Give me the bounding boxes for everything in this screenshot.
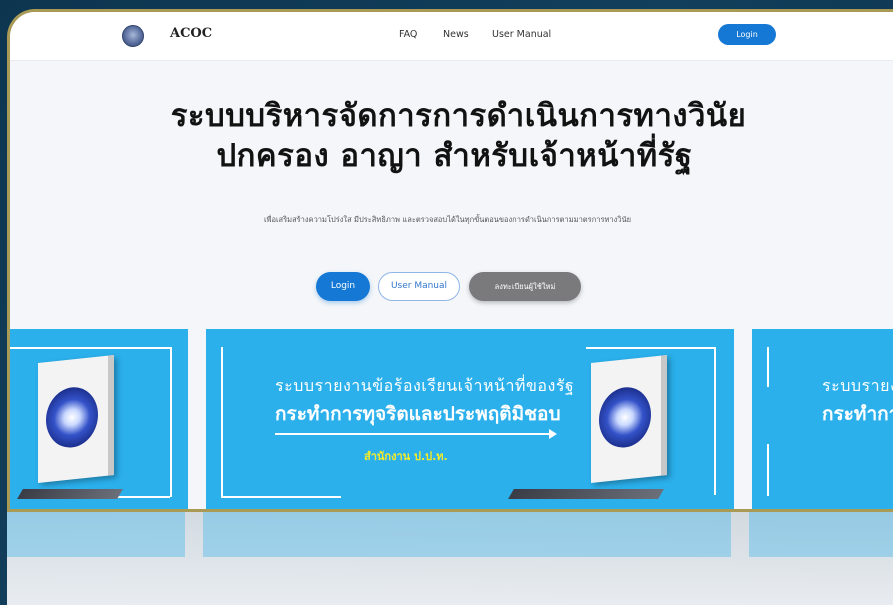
banner-shelf — [508, 489, 664, 499]
banner-next-title-line2: กระทำกา — [822, 403, 893, 425]
nav-link-user-manual[interactable]: User Manual — [492, 29, 551, 40]
banner-frame-line — [221, 347, 223, 497]
banner-title-line2: กระทำการทุจริตและประพฤติมิชอบ — [275, 403, 561, 425]
brand-name[interactable]: ACOC — [170, 26, 212, 41]
reflection-banner — [749, 512, 893, 557]
banner-frame-line — [714, 347, 716, 495]
user-manual-button[interactable]: User Manual — [378, 272, 460, 301]
hero-subtitle: เพื่อเสริมสร้างความโปร่งใส มีประสิทธิภาพ… — [263, 215, 632, 224]
banner-frame-line — [767, 347, 769, 387]
agency-logo-icon[interactable] — [122, 25, 144, 47]
banner-frame-line — [221, 496, 341, 498]
navbar: ACOC FAQ News User Manual Login — [10, 12, 893, 61]
reflection-banner — [203, 512, 731, 557]
banner-agency-label: สำนักงาน ป.ป.ท. — [364, 450, 448, 463]
banner-frame-line — [10, 347, 170, 349]
banner-frame-line — [170, 347, 172, 497]
banner-shelf — [17, 489, 123, 499]
reflection-banner — [7, 512, 185, 557]
banner-frame-line — [586, 347, 716, 349]
seal-board — [38, 355, 114, 483]
register-button[interactable]: ลงทะเบียนผู้ใช้ใหม่ — [469, 272, 581, 301]
banner-title-line1: ระบบรายงานข้อร้องเรียนเจ้าหน้าที่ของรัฐ — [275, 376, 575, 395]
seal-board — [591, 355, 667, 483]
nav-link-news[interactable]: News — [443, 29, 469, 40]
page-reflection — [7, 512, 893, 605]
agency-seal-icon — [46, 384, 98, 451]
login-button[interactable]: Login — [316, 272, 370, 301]
agency-seal-icon — [599, 384, 651, 451]
browser-frame: ACOC FAQ News User Manual Login ระบบบริห… — [7, 9, 893, 512]
carousel-slide-next[interactable]: ระบบรายง กระทำกา — [752, 329, 893, 509]
nav-login-button[interactable]: Login — [718, 24, 776, 45]
carousel-slide-active[interactable]: ระบบรายงานข้อร้องเรียนเจ้าหน้าที่ของรัฐ … — [206, 329, 734, 509]
hero-title-line2: ปกครอง อาญา สำหรับเจ้าหน้าที่รัฐ — [216, 138, 693, 174]
nav-link-faq[interactable]: FAQ — [399, 29, 417, 40]
carousel-slide-prev[interactable] — [10, 329, 188, 509]
banner-frame-line — [767, 444, 769, 496]
banner-next-title-line1: ระบบรายง — [822, 376, 893, 395]
arrow-right-icon — [275, 429, 557, 439]
